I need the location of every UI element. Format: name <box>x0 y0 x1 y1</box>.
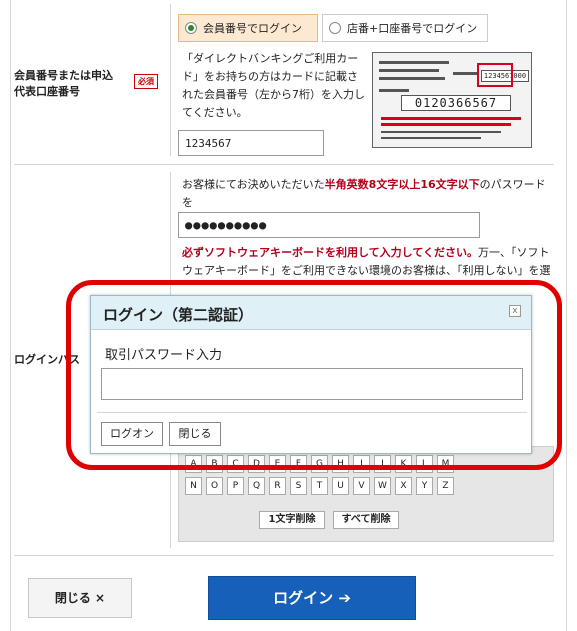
section-divider <box>14 164 554 165</box>
login-button[interactable]: ログイン ➔ <box>208 576 416 620</box>
help-line: てください。 <box>182 106 248 119</box>
key-x[interactable]: X <box>395 477 412 495</box>
close-button[interactable]: 閉じる × <box>28 578 132 618</box>
divider <box>170 4 171 156</box>
help-red: 半角英数8文字以上16文字以下 <box>324 178 480 191</box>
radio-branch-label: 店番+口座番号でログイン <box>347 22 478 35</box>
card-text-bar <box>379 61 449 64</box>
card-big-number: 0120366567 <box>401 95 511 111</box>
key-d[interactable]: D <box>248 455 265 473</box>
card-text-bar <box>379 69 439 72</box>
key-g[interactable]: G <box>311 455 328 473</box>
radio-member-login[interactable]: 会員番号でログイン <box>178 14 318 42</box>
help-line: 「ダイレクトバンキングご利用カー <box>182 52 359 65</box>
software-keyboard: ABCDEFGHIJKLM NOPQRSTUVWXYZ 1文字削除 すべて削除 <box>178 446 554 542</box>
warning-red: 必ずソフトウェアキーボードを利用して入力してください。 <box>182 246 479 259</box>
help-line: れた会員番号（左から7桁）を入力し <box>182 88 365 101</box>
help-line: ド」をお持ちの方はカードに記載さ <box>182 70 358 83</box>
required-badge: 必須 <box>134 74 158 89</box>
card-text-bar <box>381 131 501 133</box>
key-a[interactable]: A <box>185 455 202 473</box>
card-text-bar <box>381 137 481 139</box>
card-red-text <box>381 123 511 126</box>
member-help-text: 「ダイレクトバンキングご利用カー ド」をお持ちの方はカードに記載さ れた会員番号… <box>182 50 372 122</box>
radio-unselected-icon <box>329 22 341 34</box>
card-illustration: 1234567000 0120366567 <box>372 52 532 148</box>
radio-member-label: 会員番号でログイン <box>203 22 302 35</box>
dialog-divider <box>97 412 527 413</box>
key-s[interactable]: S <box>290 477 307 495</box>
delete-all-key[interactable]: すべて削除 <box>333 511 399 529</box>
help-pre: お客様にてお決めいただいた <box>182 178 325 191</box>
radio-branch-login[interactable]: 店番+口座番号でログイン <box>322 14 488 42</box>
warning-post: 万一、「ソフト <box>478 246 550 259</box>
key-y[interactable]: Y <box>416 477 433 495</box>
card-highlight-box <box>477 63 513 87</box>
password-help-line1: お客様にてお決めいただいた半角英数8文字以上16文字以下のパスワードを <box>182 176 552 212</box>
member-number-input[interactable]: 1234567 <box>178 130 324 156</box>
footer-divider <box>14 555 554 556</box>
key-m[interactable]: M <box>437 455 454 473</box>
key-j[interactable]: J <box>374 455 391 473</box>
dialog-close-button[interactable]: 閉じる <box>169 422 221 446</box>
key-i[interactable]: I <box>353 455 370 473</box>
dialog-title: ログイン（第二認証） <box>103 306 254 324</box>
card-text-bar <box>453 72 477 75</box>
warning-line2: ウェアキーボード」をご利用できない環境のお客様は、「利用しない」を選 <box>182 264 551 277</box>
password-input[interactable]: ●●●●●●●●●● <box>178 212 480 238</box>
key-f[interactable]: F <box>290 455 307 473</box>
key-l[interactable]: L <box>416 455 433 473</box>
close-icon[interactable]: x <box>509 305 521 317</box>
keyboard-warning: 必ずソフトウェアキーボードを利用して入力してください。万一、「ソフト ウェアキー… <box>182 244 556 280</box>
key-w[interactable]: W <box>374 477 391 495</box>
key-v[interactable]: V <box>353 477 370 495</box>
second-auth-dialog: ログイン（第二認証） x 取引パスワード入力 ログオン 閉じる <box>90 295 532 454</box>
key-h[interactable]: H <box>332 455 349 473</box>
card-red-text <box>381 117 521 120</box>
key-n[interactable]: N <box>185 477 202 495</box>
warning-line1: 必ずソフトウェアキーボードを利用して入力してください。万一、「ソフト <box>182 244 556 262</box>
key-o[interactable]: O <box>206 477 223 495</box>
delete-one-key[interactable]: 1文字削除 <box>259 511 325 529</box>
transaction-password-label: 取引パスワード入力 <box>105 348 223 363</box>
radio-selected-icon <box>185 22 197 34</box>
key-r[interactable]: R <box>269 477 286 495</box>
card-text-bar <box>379 89 409 92</box>
key-b[interactable]: B <box>206 455 223 473</box>
key-k[interactable]: K <box>395 455 412 473</box>
key-c[interactable]: C <box>227 455 244 473</box>
logon-button[interactable]: ログオン <box>101 422 163 446</box>
key-z[interactable]: Z <box>437 477 454 495</box>
dialog-header: ログイン（第二認証） x <box>91 296 531 330</box>
key-t[interactable]: T <box>311 477 328 495</box>
key-p[interactable]: P <box>227 477 244 495</box>
card-text-bar <box>379 77 445 80</box>
password-label: ログインパス <box>14 353 80 366</box>
key-u[interactable]: U <box>332 477 349 495</box>
transaction-password-input[interactable] <box>101 368 523 400</box>
key-e[interactable]: E <box>269 455 286 473</box>
key-q[interactable]: Q <box>248 477 265 495</box>
